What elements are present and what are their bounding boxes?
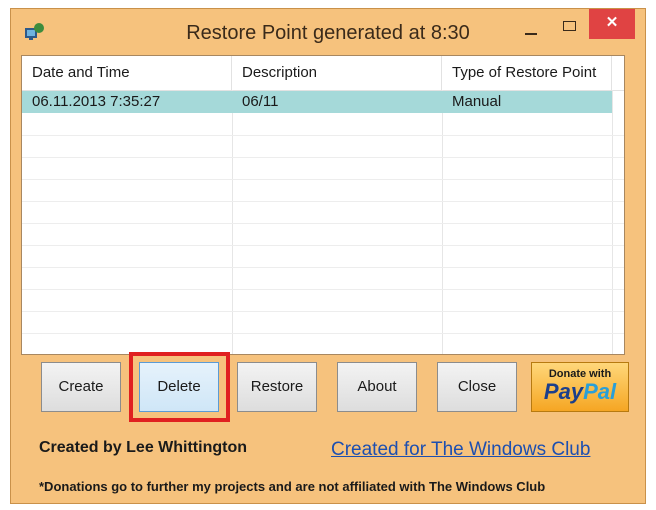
restore-point-list[interactable]: Date and Time Description Type of Restor… <box>21 55 625 355</box>
list-header: Date and Time Description Type of Restor… <box>22 56 624 91</box>
create-button[interactable]: Create <box>41 362 121 412</box>
paypal-logo-pay: Pay <box>543 379 584 404</box>
row-divider <box>22 179 624 180</box>
column-header-date[interactable]: Date and Time <box>22 56 232 90</box>
row-divider <box>22 223 624 224</box>
row-divider <box>22 201 624 202</box>
close-button[interactable]: Close <box>437 362 517 412</box>
column-divider <box>612 90 613 354</box>
paypal-donate-button[interactable]: Donate with PayPal <box>531 362 629 412</box>
column-header-type[interactable]: Type of Restore Point <box>442 56 612 90</box>
table-row[interactable]: 06.11.2013 7:35:27 06/11 Manual <box>22 91 612 113</box>
column-divider <box>232 90 233 354</box>
restore-button[interactable]: Restore <box>237 362 317 412</box>
maximize-icon[interactable] <box>551 9 587 39</box>
row-divider <box>22 311 624 312</box>
restore-point-window: Restore Point generated at 8:30 ✕ Date a… <box>10 8 646 504</box>
windows-club-link[interactable]: Created for The Windows Club <box>331 439 590 461</box>
row-divider <box>22 157 624 158</box>
cell-description: 06/11 <box>242 93 279 110</box>
row-divider <box>22 245 624 246</box>
column-divider <box>442 90 443 354</box>
column-header-description[interactable]: Description <box>232 56 442 90</box>
minimize-icon[interactable] <box>511 9 551 39</box>
row-divider <box>22 333 624 334</box>
about-button[interactable]: About <box>337 362 417 412</box>
row-divider <box>22 135 624 136</box>
paypal-logo: PayPal <box>532 380 628 404</box>
donation-note: *Donations go to further my projects and… <box>39 479 546 494</box>
delete-highlight-box <box>129 352 230 422</box>
row-divider <box>22 289 624 290</box>
paypal-logo-pal: Pal <box>583 379 617 404</box>
cell-type: Manual <box>452 93 502 110</box>
author-credit: Created by Lee Whittington <box>39 439 247 456</box>
cell-date: 06.11.2013 7:35:27 <box>32 93 161 110</box>
row-divider <box>22 267 624 268</box>
close-icon[interactable]: ✕ <box>589 9 635 39</box>
title-bar: Restore Point generated at 8:30 ✕ <box>11 9 645 55</box>
